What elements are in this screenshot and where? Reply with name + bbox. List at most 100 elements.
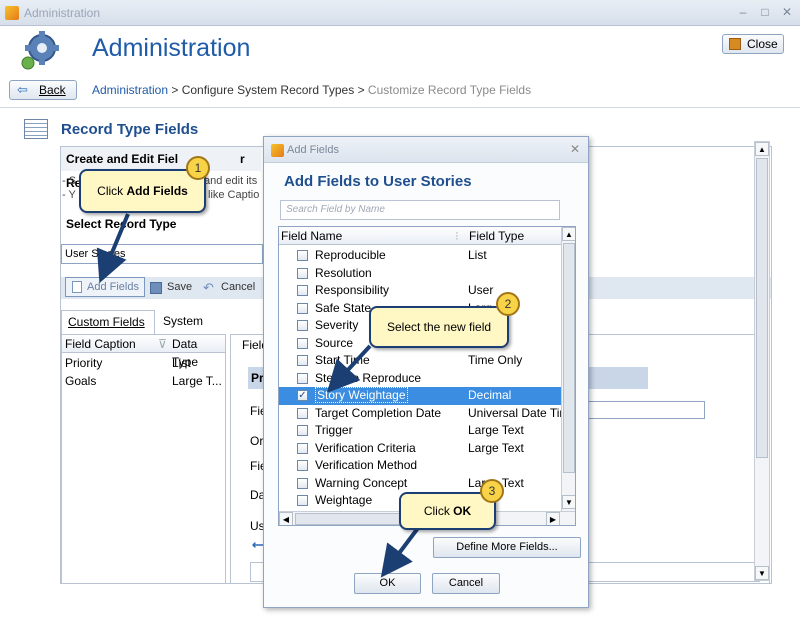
record-type-select[interactable]: User Stories (61, 244, 263, 264)
field-type: Time Only (468, 353, 523, 367)
field-type: Large Text (468, 423, 524, 437)
list-item[interactable]: ✓ Story Weightage Decimal (279, 387, 561, 405)
grid-header: Field Caption ⊽ Data Type (62, 335, 225, 369)
checkbox[interactable] (297, 250, 308, 261)
bullet-1: - S (62, 175, 77, 187)
list-item[interactable]: Verification Method (279, 457, 561, 475)
table-row[interactable]: Goals Large T... (62, 372, 225, 390)
bullet-1-tail: and edit its (204, 175, 258, 187)
scroll-thumb[interactable] (756, 158, 768, 458)
main-scrollbar[interactable]: ▲ ▼ (754, 141, 770, 581)
save-label: Save (167, 281, 193, 293)
list-item[interactable]: Start Time Time Only (279, 352, 561, 370)
field-list-header: Field Name ⁝ Field Type (279, 227, 561, 245)
field-type: Universal Date Tim (468, 405, 570, 420)
document-icon (72, 281, 82, 293)
list-item[interactable]: Resolution (279, 265, 561, 283)
close-label: Close (747, 37, 778, 51)
table-row[interactable]: Priority List (62, 354, 225, 372)
back-arrow-icon: ⇦ (17, 82, 28, 97)
bullet-2-tail: like Captio (208, 189, 260, 201)
checkbox[interactable] (297, 337, 308, 349)
column-field-type[interactable]: Field Type (469, 227, 524, 245)
bullet-1-start: S (68, 175, 77, 187)
dialog-heading: Add Fields to User Stories (284, 173, 472, 190)
add-fields-button[interactable]: Add Fields (65, 277, 145, 297)
checkbox[interactable] (297, 495, 308, 506)
checkbox[interactable] (297, 477, 308, 489)
close-button[interactable]: Close (722, 34, 784, 54)
maximize-button[interactable]: □ (756, 4, 774, 20)
checkbox[interactable] (297, 460, 308, 471)
list-item[interactable]: Steps to Reproduce (279, 370, 561, 388)
step-badge-3: 3 (480, 479, 504, 503)
gear-icon (21, 31, 59, 70)
field-type: List (468, 248, 487, 262)
list-item[interactable]: Verification Criteria Large Text (279, 440, 561, 458)
checkbox[interactable]: ✓ (297, 390, 308, 401)
select-record-type-heading: Select Record Type (66, 217, 177, 231)
field-name: Steps to Reproduce (315, 370, 422, 385)
column-field-caption[interactable]: Field Caption (65, 335, 136, 353)
breadcrumb: Administration > Configure System Record… (92, 83, 531, 97)
scroll-up-icon[interactable]: ▲ (562, 227, 575, 241)
filter-icon[interactable]: ⊽ (158, 335, 167, 353)
tab-system-fields[interactable]: System Fields (157, 310, 241, 350)
field-name: Story Weightage (315, 387, 408, 403)
bullet-2: - Y (62, 189, 76, 201)
cancel-button[interactable]: ↶ Cancel (203, 280, 256, 295)
tab-custom-fields[interactable]: Custom Fields (61, 310, 155, 334)
list-item[interactable]: Reproducible List (279, 247, 561, 265)
cell-type: Large T... (172, 374, 222, 388)
checkbox[interactable] (297, 442, 308, 454)
checkbox[interactable] (297, 320, 308, 331)
breadcrumb-link-administration[interactable]: Administration (92, 83, 168, 97)
list-item[interactable]: Trigger Large Text (279, 422, 561, 440)
scroll-left-icon[interactable]: ◀ (279, 512, 293, 525)
field-type: User (468, 283, 494, 297)
window-close-button[interactable]: ✕ (778, 4, 796, 20)
field-name: Verification Method (315, 458, 418, 472)
sort-indicator-icon: ⁝ (455, 229, 459, 243)
list-item[interactable]: Target Completion Date Universal Date Tim (279, 405, 569, 423)
minimize-button[interactable]: – (734, 4, 752, 20)
scroll-thumb[interactable] (563, 243, 575, 473)
ok-button[interactable]: OK (354, 573, 421, 594)
checkbox[interactable] (297, 425, 308, 436)
field-tabs: Custom Fields System Fields (61, 310, 229, 350)
list-item[interactable]: Warning ConceptLarge Text (279, 475, 561, 493)
dialog-title: Add Fields (287, 144, 339, 156)
back-button[interactable]: ⇦ Back (9, 80, 77, 100)
cancel-label: Cancel (221, 281, 256, 293)
checkbox[interactable] (297, 355, 308, 366)
callout-3-text: Click (423, 504, 454, 518)
callout-3-bold: OK (453, 504, 472, 518)
dialog-cancel-button[interactable]: Cancel (432, 573, 500, 594)
search-field-input[interactable]: Search Field by Name (280, 200, 560, 220)
scroll-down-icon[interactable]: ▼ (755, 566, 769, 580)
field-list-vscroll[interactable]: ▲ ▼ (561, 227, 575, 511)
field-name: Target Completion Date (315, 405, 442, 420)
list-item[interactable]: Responsibility User (279, 282, 561, 300)
section-title: Record Type Fields (61, 121, 199, 138)
checkbox[interactable] (297, 407, 308, 419)
cell-caption: Goals (65, 374, 97, 388)
scroll-down-icon[interactable]: ▼ (562, 495, 575, 509)
field-name: Resolution (315, 265, 372, 280)
checkbox[interactable] (297, 285, 308, 296)
callout-step-1: Click Add Fields (79, 169, 206, 213)
checkbox[interactable] (297, 267, 308, 279)
save-button[interactable]: Save (150, 281, 193, 294)
cell-caption: Priority (65, 356, 103, 370)
undo-icon: ↶ (203, 280, 214, 295)
door-icon (729, 38, 741, 50)
field-name: Reproducible (315, 248, 386, 262)
scroll-right-icon[interactable]: ▶ (546, 512, 560, 525)
checkbox[interactable] (297, 302, 308, 314)
define-more-fields-button[interactable]: Define More Fields... (433, 537, 581, 558)
column-field-name[interactable]: Field Name (281, 227, 342, 245)
checkbox[interactable] (297, 372, 308, 384)
field-name: Severity (315, 318, 359, 332)
scroll-up-icon[interactable]: ▲ (755, 142, 769, 156)
dialog-close-icon[interactable]: ✕ (570, 142, 580, 156)
